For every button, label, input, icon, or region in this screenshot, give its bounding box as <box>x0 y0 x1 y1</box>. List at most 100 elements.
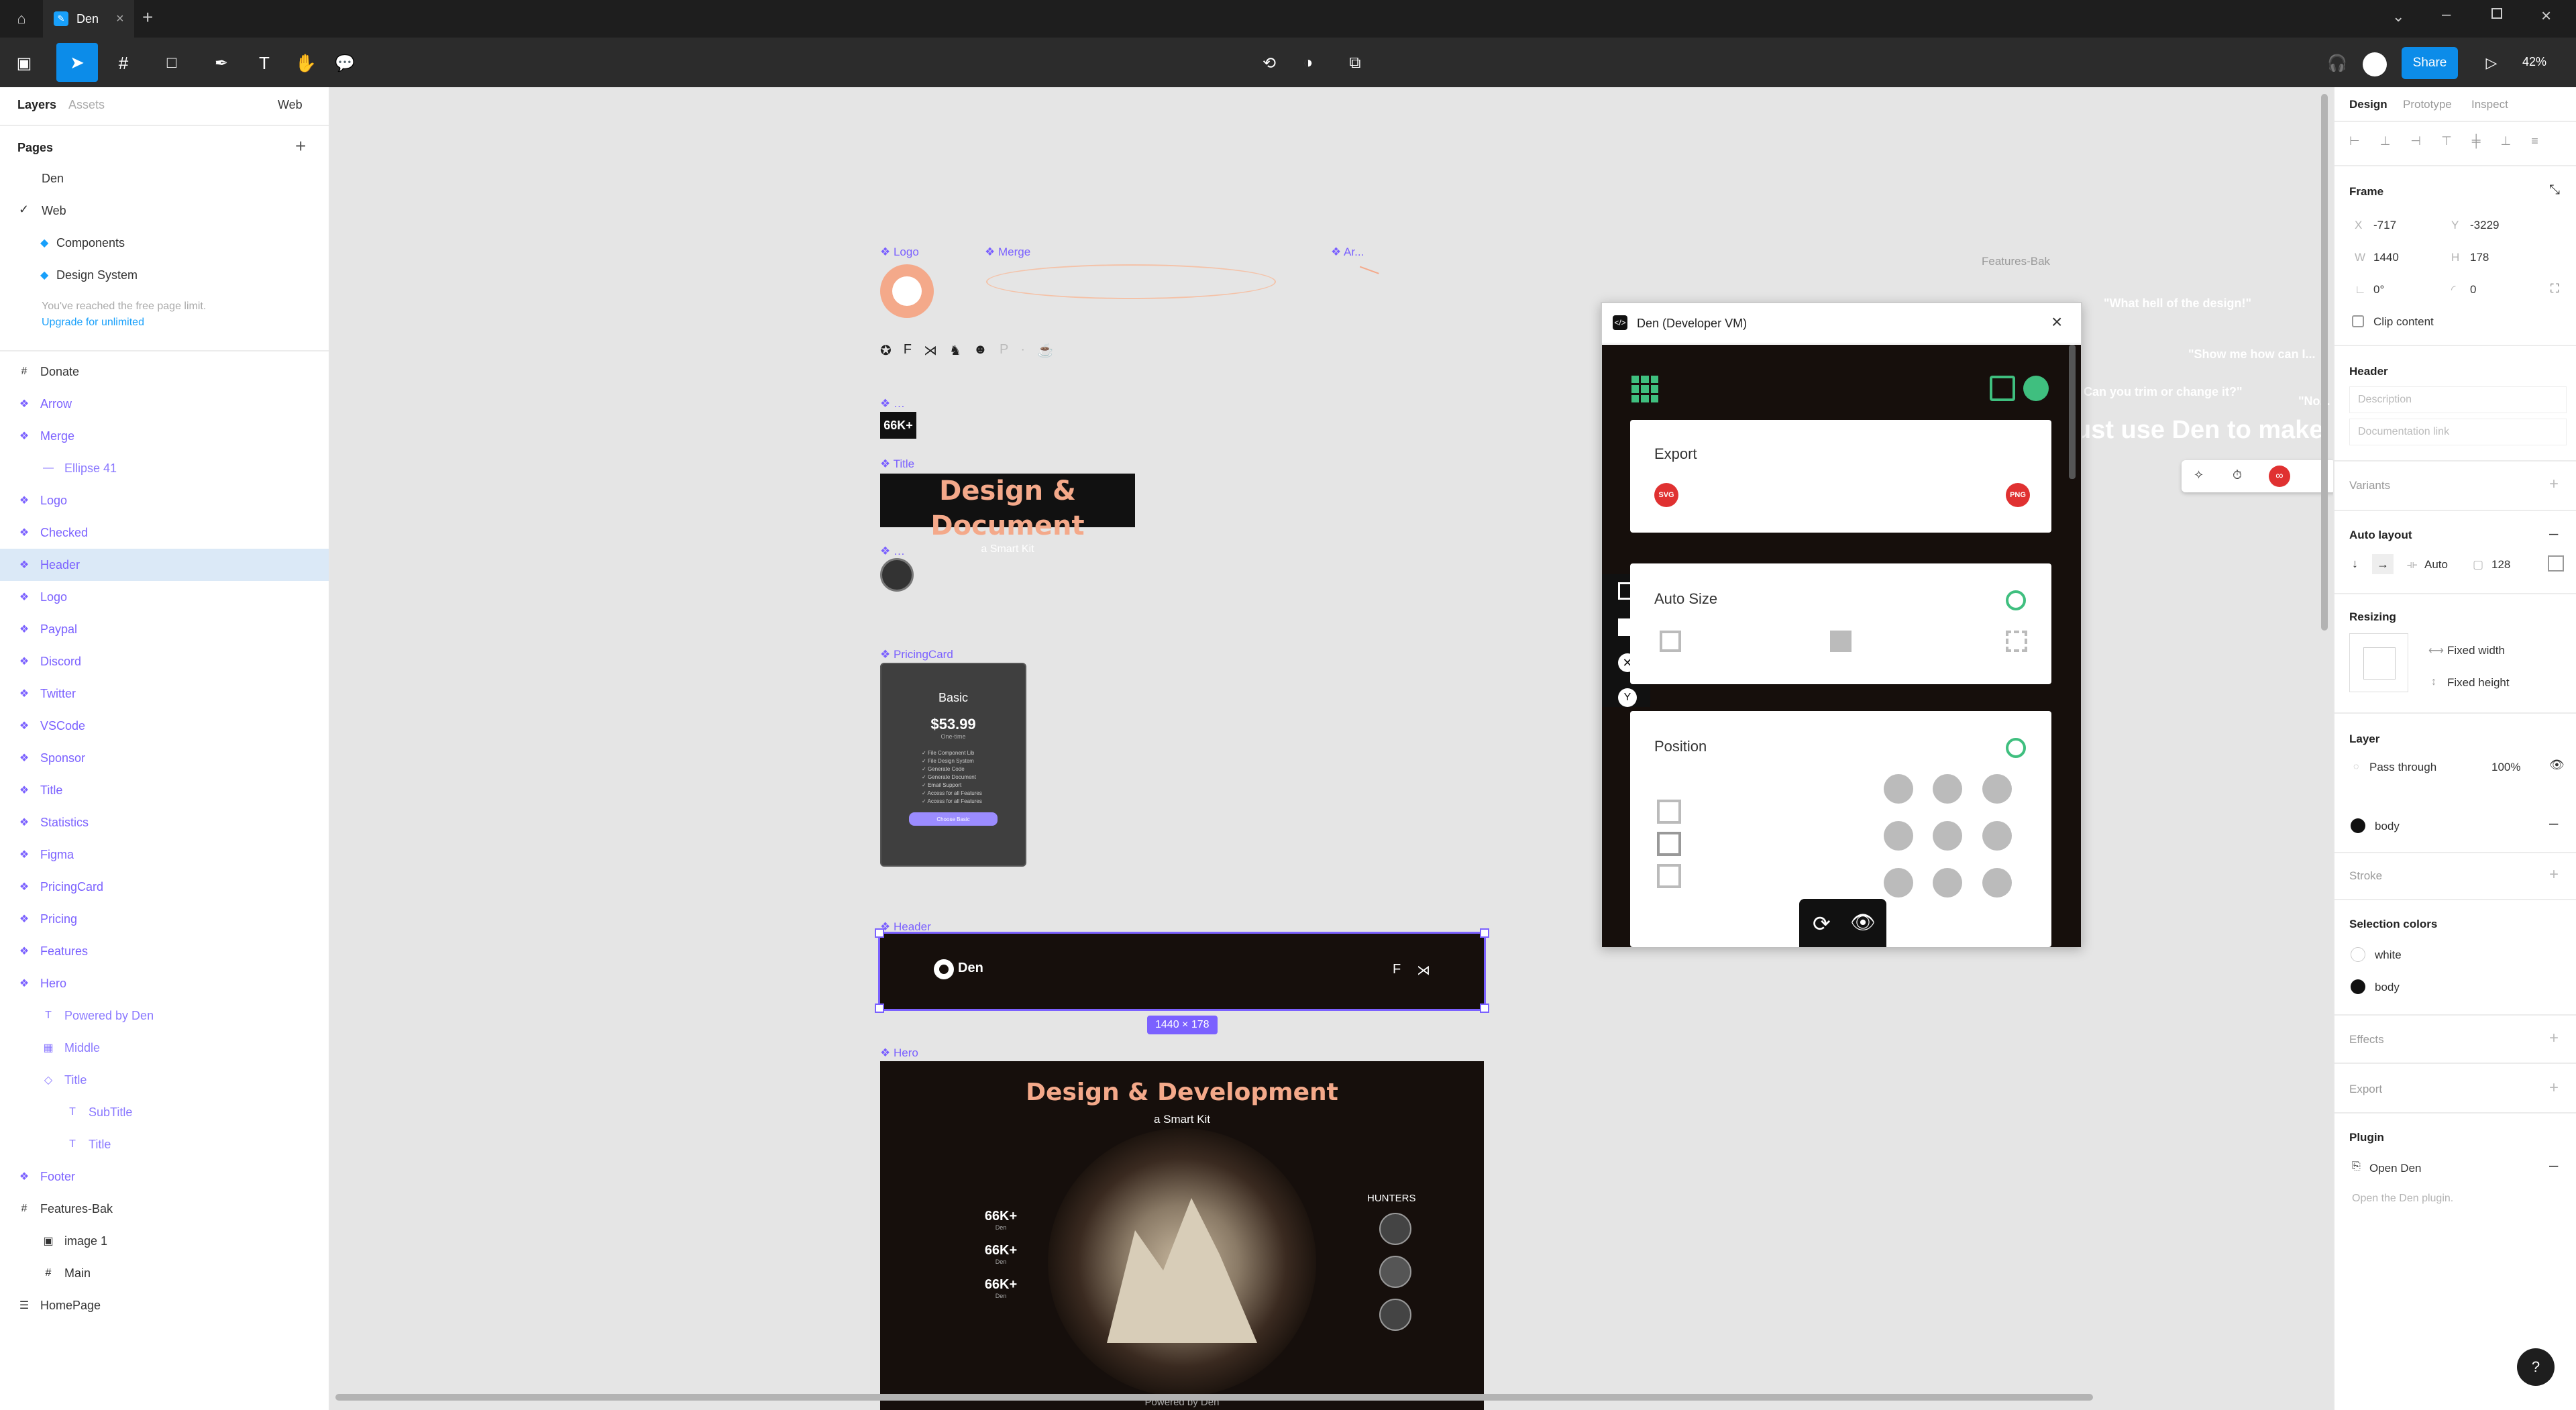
move-tool-icon[interactable]: ➤ <box>56 43 98 82</box>
layer-row[interactable]: ❖ Checked <box>0 517 329 549</box>
body-swatch[interactable] <box>2351 979 2365 994</box>
settings-icon[interactable] <box>2023 376 2049 401</box>
present-icon[interactable]: ▷ <box>2478 50 2505 76</box>
layer-row[interactable]: T Powered by Den <box>0 999 329 1032</box>
tab-layers[interactable]: Layers <box>17 98 56 112</box>
selection-color-body[interactable]: body <box>2375 981 2400 994</box>
donate-icon[interactable]: ☕ <box>1037 342 1054 359</box>
new-tab-icon[interactable]: + <box>142 7 153 28</box>
hunter-avatar[interactable] <box>1379 1256 1411 1288</box>
fill-swatch[interactable] <box>2351 818 2365 833</box>
clip-checkbox[interactable] <box>2352 315 2364 327</box>
layer-row[interactable]: ▣ image 1 <box>0 1225 329 1257</box>
layer-row[interactable]: T Title <box>0 1128 329 1160</box>
add-variant-icon[interactable]: + <box>2549 475 2559 494</box>
width-field[interactable]: 1440 <box>2373 251 2399 264</box>
page-den[interactable]: Den <box>42 172 64 186</box>
paypal-icon[interactable]: P <box>1000 342 1008 359</box>
component-icon[interactable]: ⟲ <box>1256 50 1283 76</box>
layer-row[interactable]: — Ellipse 41 <box>0 452 329 484</box>
align-dot[interactable] <box>1884 821 1913 851</box>
open-den-link[interactable]: Open Den <box>2369 1162 2422 1175</box>
label-header[interactable]: ❖ Header <box>880 920 931 934</box>
layer-row[interactable]: ❖ Paypal <box>0 613 329 645</box>
page-components[interactable]: Components <box>56 236 125 250</box>
horizontal-scrollbar[interactable] <box>335 1394 2093 1401</box>
align-dot[interactable] <box>1884 774 1913 804</box>
figma-icon[interactable]: F <box>904 342 912 359</box>
layer-row[interactable]: ❖ Arrow <box>0 388 329 420</box>
add-export-icon[interactable]: + <box>2549 1079 2559 1097</box>
align-bottom-icon[interactable]: ⊥ <box>2501 134 2512 148</box>
magic-icon[interactable]: ✧ <box>2194 468 2204 482</box>
record-icon[interactable]: ∞ <box>2269 466 2290 487</box>
independent-corners-icon[interactable]: ⛶ <box>2551 282 2559 296</box>
avatar[interactable] <box>2363 52 2387 76</box>
align-middle-icon[interactable]: ╪ <box>2472 134 2481 148</box>
hero-component[interactable]: Design & Development a Smart Kit 66K+ Den… <box>880 1061 1484 1410</box>
shape-tool-icon[interactable]: □ <box>158 50 185 76</box>
avatar[interactable] <box>880 558 914 592</box>
layer-row[interactable]: ❖ Statistics <box>0 806 329 838</box>
reload-icon[interactable]: ⟳ <box>1813 911 1831 936</box>
remove-auto-layout-icon[interactable]: – <box>2549 525 2558 543</box>
mask-icon[interactable]: ◑ <box>1295 50 1322 76</box>
tab-den[interactable]: ✎ Den × <box>43 0 134 38</box>
discord-icon[interactable]: ☻ <box>973 342 987 359</box>
align-center-icon[interactable]: ⊥ <box>2380 134 2391 148</box>
hand-tool-icon[interactable]: ✋ <box>292 50 319 76</box>
layer-row[interactable]: ❖ Sponsor <box>0 742 329 774</box>
label-features-bak[interactable]: Features-Bak <box>1982 255 2050 268</box>
hunter-avatar[interactable] <box>1379 1213 1411 1245</box>
checked-icon[interactable]: ✪ <box>880 342 892 359</box>
help-button[interactable]: ? <box>2517 1348 2555 1386</box>
tab-design[interactable]: Design <box>2349 98 2387 111</box>
distribute-icon[interactable]: ≡ <box>2531 134 2538 148</box>
layer-row[interactable]: ☰ HomePage <box>0 1289 329 1321</box>
align-right-icon[interactable]: ⊣ <box>2410 134 2421 148</box>
statistic-badge[interactable]: 66K+ <box>880 412 916 439</box>
add-page-icon[interactable]: + <box>295 135 306 157</box>
headphones-icon[interactable]: 🎧 <box>2324 50 2351 76</box>
vscode-icon[interactable]: ⋊ <box>1417 962 1430 979</box>
position-mode-icon[interactable] <box>1657 832 1681 856</box>
fixed-icon[interactable] <box>2006 631 2027 652</box>
align-top-icon[interactable]: ⊤ <box>2441 134 2452 148</box>
fill-style-name[interactable]: body <box>2375 820 2400 833</box>
doc-link-field[interactable]: Documentation link <box>2349 419 2567 445</box>
selection-color-white[interactable]: white <box>2375 948 2402 962</box>
layer-row[interactable]: ❖ PricingCard <box>0 871 329 903</box>
merge-ellipse[interactable] <box>986 264 1276 299</box>
layer-row[interactable]: T SubTitle <box>0 1096 329 1128</box>
layer-row[interactable]: ▦ Middle <box>0 1032 329 1064</box>
pen-tool-icon[interactable]: ✒ <box>208 50 235 76</box>
remove-plugin-icon[interactable]: – <box>2549 1156 2558 1175</box>
label-arrow[interactable]: ❖ Ar... <box>1331 246 1364 259</box>
eye-icon[interactable]: 👁 <box>1850 911 1876 934</box>
hug-icon[interactable] <box>1660 631 1681 652</box>
close-tab-icon[interactable]: × <box>116 11 124 27</box>
position-mode-icon[interactable] <box>1657 864 1681 888</box>
layer-row[interactable]: ❖ Merge <box>0 420 329 452</box>
tab-assets[interactable]: Assets <box>68 98 105 112</box>
position-mode-icon[interactable] <box>1657 800 1681 824</box>
align-dot[interactable] <box>1884 868 1913 898</box>
resize-handle[interactable] <box>1480 928 1489 938</box>
white-swatch[interactable] <box>2351 947 2365 962</box>
choose-plan-button[interactable]: Choose Basic <box>909 812 998 826</box>
remove-fill-icon[interactable]: – <box>2549 814 2558 833</box>
main-menu-icon[interactable]: ▣ <box>11 50 38 76</box>
layer-row[interactable]: # Main <box>0 1257 329 1289</box>
layer-row[interactable]: # Features-Bak <box>0 1193 329 1225</box>
radius-field[interactable]: 0 <box>2470 283 2476 296</box>
layer-row[interactable]: ❖ Title <box>0 774 329 806</box>
page-design-system[interactable]: Design System <box>56 268 138 282</box>
fit-icon[interactable]: ⤡ <box>2549 182 2560 198</box>
header-component[interactable]: Den F ⋊ <box>875 928 1489 1013</box>
align-dot[interactable] <box>1982 821 2012 851</box>
boolean-icon[interactable]: ⧉ <box>1339 50 1371 76</box>
home-icon[interactable]: ⌂ <box>12 9 31 28</box>
align-left-icon[interactable]: ⊢ <box>2349 134 2360 148</box>
title-component[interactable]: Design & Document a Smart Kit <box>880 474 1135 555</box>
vscode-icon[interactable]: ⋊ <box>924 342 937 359</box>
